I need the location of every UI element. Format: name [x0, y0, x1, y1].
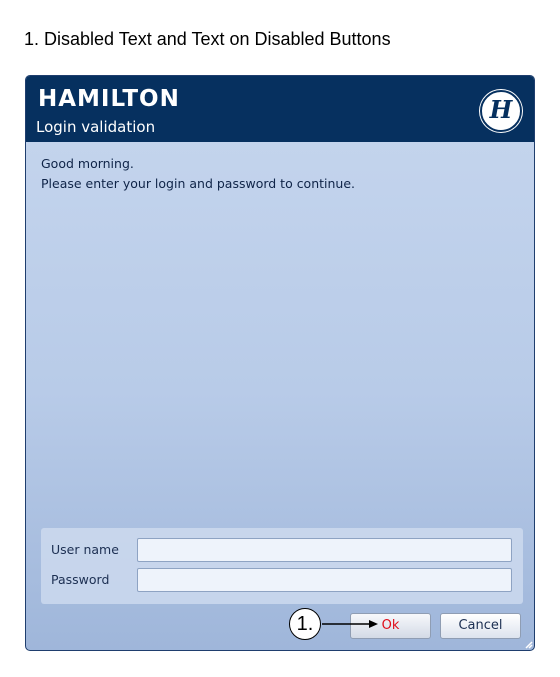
- login-panel: User name Password: [41, 528, 523, 604]
- callout-marker: 1.: [289, 608, 321, 640]
- cancel-button[interactable]: Cancel: [440, 613, 521, 639]
- hamilton-monogram-icon: H: [480, 90, 522, 132]
- greeting-text: Good morning.: [41, 156, 134, 171]
- password-field[interactable]: [137, 568, 512, 592]
- username-label: User name: [51, 542, 119, 557]
- title-bar: HAMILTON Login validation H: [26, 76, 534, 142]
- callout-arrow-icon: [322, 620, 378, 628]
- document-heading: 1. Disabled Text and Text on Disabled Bu…: [24, 29, 391, 49]
- hamilton-logo: HAMILTON: [38, 86, 180, 112]
- resize-grip-icon[interactable]: [523, 639, 533, 649]
- window-title: Login validation: [36, 118, 156, 136]
- login-dialog: HAMILTON Login validation H Good morning…: [25, 75, 535, 651]
- password-label: Password: [51, 572, 110, 587]
- instruction-text: Please enter your login and password to …: [41, 176, 356, 191]
- username-field[interactable]: [137, 538, 512, 562]
- dialog-message: Good morning. Please enter your login an…: [41, 154, 355, 194]
